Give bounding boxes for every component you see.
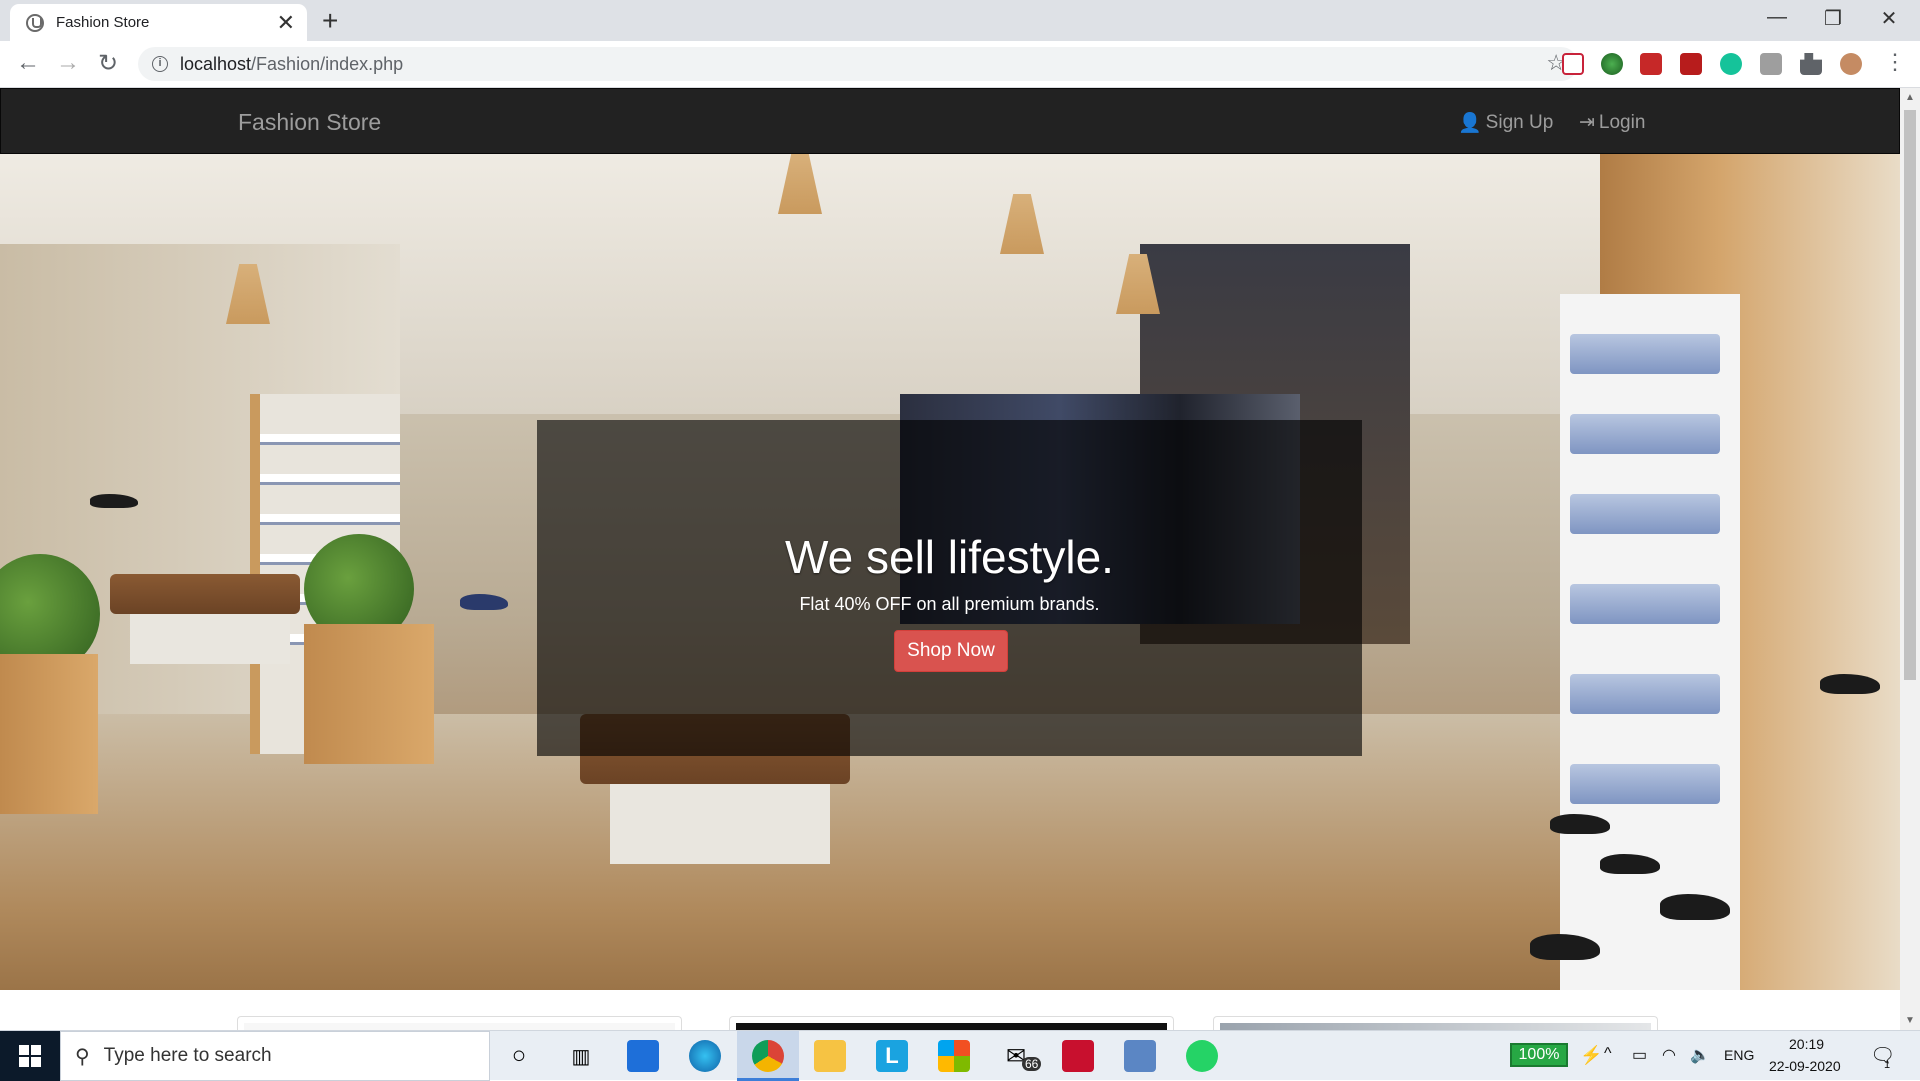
taskbar-search[interactable]: ⚲ Type here to search	[60, 1031, 490, 1081]
mcafee-icon[interactable]	[1062, 1040, 1094, 1072]
shoe	[90, 494, 138, 508]
battery-percent[interactable]: 100%	[1510, 1043, 1568, 1067]
right-shirt-shelf	[1560, 294, 1740, 990]
charging-icon: ⚡	[1580, 1045, 1603, 1065]
edge-browser-icon[interactable]	[689, 1040, 721, 1072]
product-image	[1220, 1023, 1651, 1030]
scroll-up-arrow[interactable]: ▲	[1905, 92, 1915, 103]
product-image	[244, 1023, 675, 1030]
signup-label: Sign Up	[1485, 112, 1554, 133]
battery-icon[interactable]: ▭	[1632, 1045, 1647, 1065]
minimize-button[interactable]: —	[1754, 6, 1800, 29]
clock-date[interactable]: 22-09-2020	[1769, 1058, 1841, 1074]
tab-title: Fashion Store	[56, 14, 150, 31]
site-brand[interactable]: Fashion Store	[238, 109, 381, 136]
cortana-icon[interactable]: ○	[503, 1040, 535, 1072]
hero-caption: We sell lifestyle. Flat 40% OFF on all p…	[537, 420, 1362, 756]
restore-button[interactable]: ❐	[1810, 6, 1856, 31]
login-icon: ⇥	[1579, 112, 1595, 133]
volume-icon[interactable]: 🔈	[1690, 1045, 1710, 1065]
bench-base	[130, 614, 290, 664]
profile-avatar[interactable]	[1840, 53, 1862, 75]
hero-title: We sell lifestyle.	[785, 531, 1114, 583]
notification-center-icon[interactable]: 🗨	[1870, 1043, 1895, 1068]
microsoft-store-icon[interactable]	[938, 1040, 970, 1072]
search-placeholder: Type here to search	[103, 1045, 272, 1066]
browser-toolbar: ← → ↻ i localhost /Fashion/index.php ☆ ⋮	[0, 41, 1920, 88]
close-window-button[interactable]: ✕	[1866, 6, 1912, 31]
product-image	[736, 1023, 1167, 1030]
extensions-puzzle-icon[interactable]	[1800, 53, 1822, 75]
hero-banner: We sell lifestyle. Flat 40% OFF on all p…	[0, 154, 1900, 990]
wifi-icon[interactable]: ◠	[1662, 1045, 1676, 1065]
file-explorer-icon[interactable]	[814, 1040, 846, 1072]
cube-extension-icon[interactable]	[1760, 53, 1782, 75]
close-tab-icon[interactable]: ✕	[277, 11, 295, 34]
new-tab-button[interactable]: +	[322, 7, 338, 35]
show-hidden-icons-icon[interactable]: ^	[1604, 1045, 1612, 1063]
scroll-down-arrow[interactable]: ▼	[1905, 1015, 1915, 1026]
shoe	[460, 594, 508, 610]
grammarly-extension-icon[interactable]	[1720, 53, 1742, 75]
browser-tab-strip: Fashion Store ✕ + — ❐ ✕	[0, 0, 1920, 41]
forward-arrow-icon[interactable]: →	[52, 49, 84, 77]
browser-menu-icon[interactable]: ⋮	[1884, 49, 1906, 75]
page-viewport: Fashion Store 👤 Sign Up ⇥ Login We sell …	[0, 88, 1900, 1030]
planter-box	[304, 624, 434, 764]
site-navbar: Fashion Store 👤 Sign Up ⇥ Login	[0, 88, 1900, 154]
laptop-app-icon[interactable]	[627, 1040, 659, 1072]
pdf-extension-icon[interactable]	[1680, 53, 1702, 75]
shop-now-button[interactable]: Shop Now	[894, 630, 1008, 672]
notification-badge: 1	[1884, 1059, 1891, 1071]
globe-extension-icon[interactable]	[1601, 53, 1623, 75]
mail-badge: 66	[1022, 1057, 1042, 1071]
task-view-icon[interactable]: ▥	[565, 1040, 597, 1072]
browser-tab-active[interactable]: Fashion Store ✕	[10, 4, 307, 41]
bench-base	[610, 784, 830, 864]
login-label: Login	[1598, 111, 1646, 133]
login-link[interactable]: ⇥ Login	[1579, 111, 1645, 134]
product-card[interactable]	[729, 1016, 1174, 1030]
product-card[interactable]	[1213, 1016, 1658, 1030]
address-bar[interactable]: i localhost /Fashion/index.php ☆	[138, 47, 1578, 81]
language-indicator[interactable]: ENG	[1724, 1047, 1754, 1063]
hero-subtitle: Flat 40% OFF on all premium brands.	[799, 594, 1100, 614]
windows-logo-icon	[19, 1045, 41, 1067]
product-card[interactable]	[237, 1016, 682, 1030]
pocket-extension-icon[interactable]	[1562, 53, 1584, 75]
scroll-thumb[interactable]	[1904, 110, 1916, 680]
start-button[interactable]	[0, 1031, 60, 1081]
display-bench	[110, 574, 300, 614]
url-host: localhost	[180, 53, 252, 74]
search-icon: ⚲	[75, 1045, 90, 1068]
user-icon: 👤	[1458, 113, 1482, 134]
globe-icon	[26, 13, 44, 32]
site-info-icon[interactable]: i	[152, 56, 168, 72]
reload-icon[interactable]: ↻	[92, 49, 124, 78]
url-path: /Fashion/index.php	[251, 53, 404, 74]
page-scrollbar[interactable]: ▲ ▼	[1900, 88, 1920, 1030]
chrome-browser-icon[interactable]	[752, 1040, 784, 1072]
coupon-extension-icon[interactable]	[1640, 53, 1662, 75]
windows-taskbar: ⚲ Type here to search ○ ▥ L ✉ 66 100% ⚡ …	[0, 1030, 1920, 1081]
signup-link[interactable]: 👤 Sign Up	[1458, 111, 1553, 135]
planter-box	[0, 654, 98, 814]
clock-time[interactable]: 20:19	[1789, 1036, 1824, 1052]
back-arrow-icon[interactable]: ←	[12, 49, 44, 77]
whatsapp-icon[interactable]	[1186, 1040, 1218, 1072]
remote-desktop-icon[interactable]	[1124, 1040, 1156, 1072]
launcher-app-icon[interactable]: L	[876, 1040, 908, 1072]
